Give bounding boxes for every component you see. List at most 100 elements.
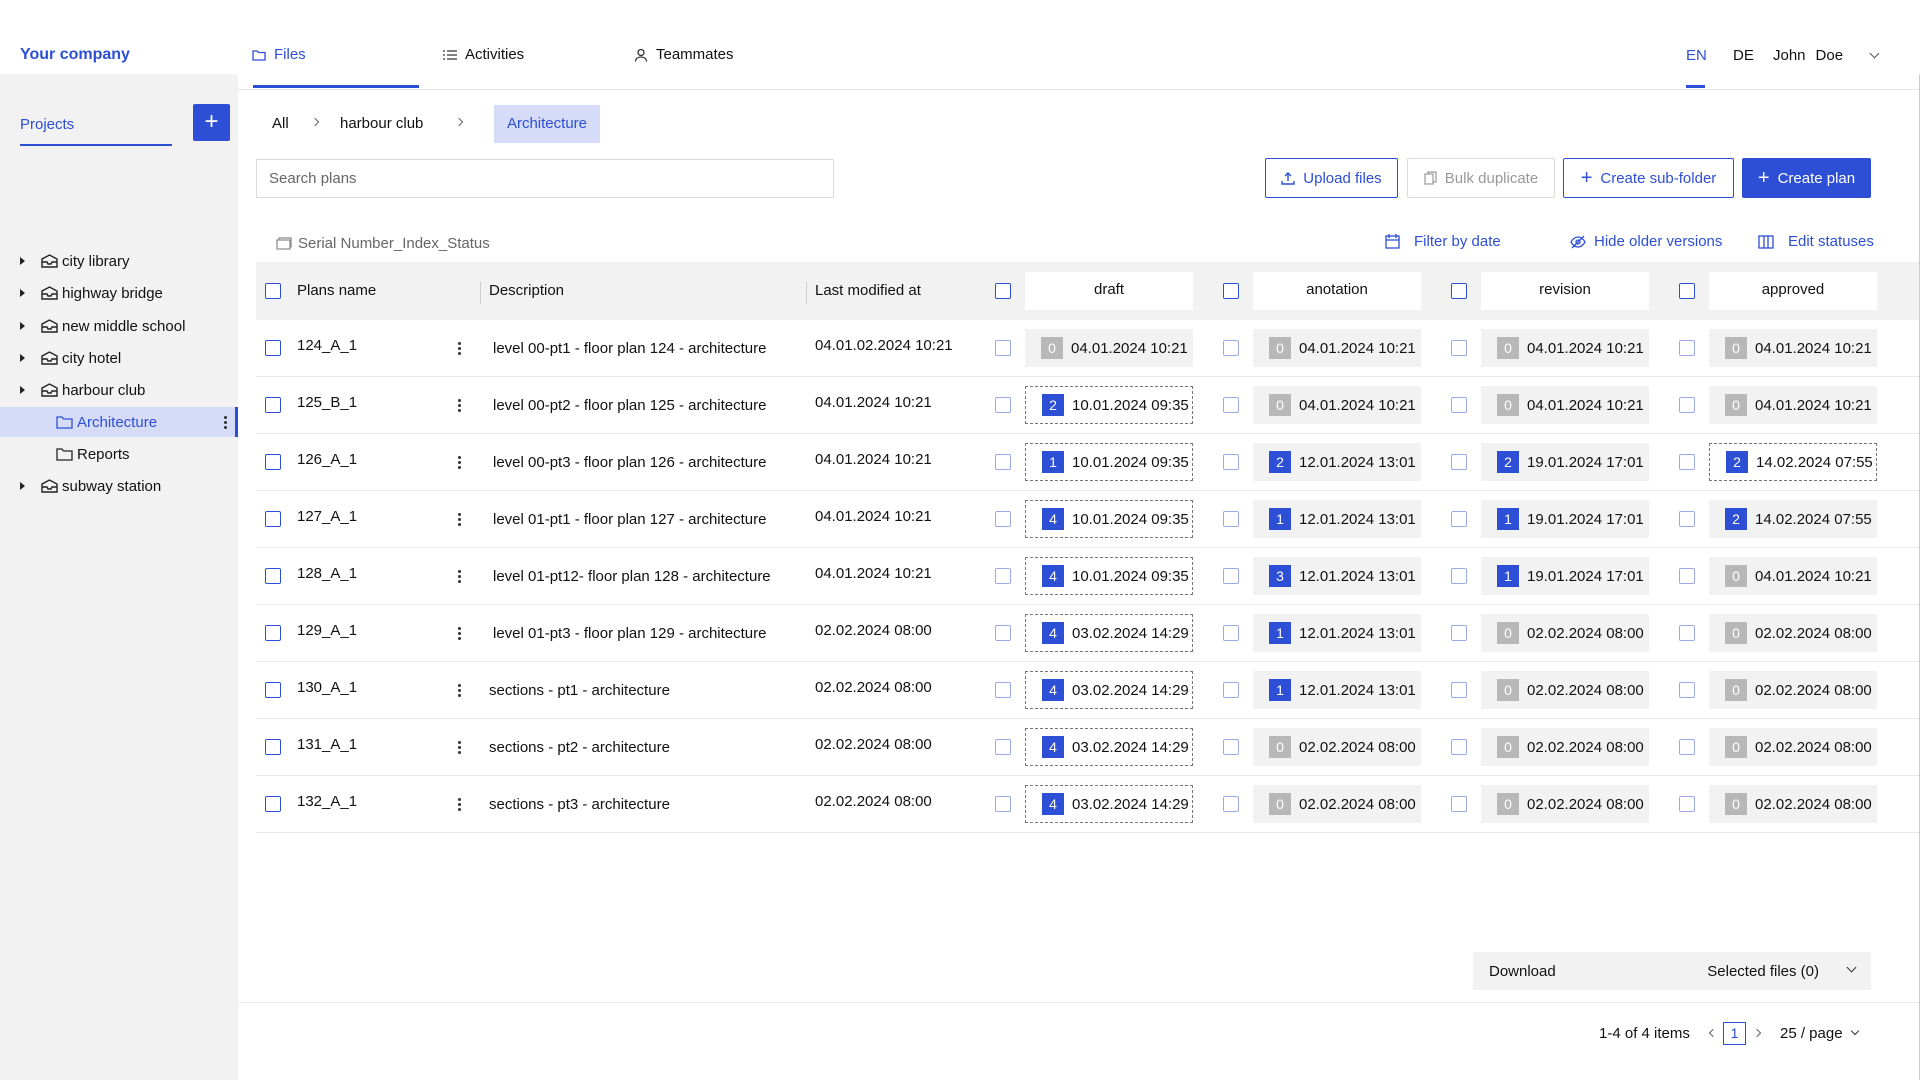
status-checkbox[interactable] bbox=[1679, 454, 1695, 470]
expand-caret-icon[interactable] bbox=[20, 354, 25, 362]
serial-format[interactable]: Serial Number_Index_Status bbox=[276, 235, 490, 252]
status-cell-revision[interactable]: 0 02.02.2024 08:00 bbox=[1481, 671, 1649, 709]
header-status-draft[interactable]: draft bbox=[1025, 272, 1193, 310]
status-cell-revision[interactable]: 0 02.02.2024 08:00 bbox=[1481, 785, 1649, 823]
status-cell-approved[interactable]: 0 04.01.2024 10:21 bbox=[1709, 557, 1877, 595]
edit-statuses-button[interactable]: Edit statuses bbox=[1758, 233, 1874, 250]
status-checkbox[interactable] bbox=[995, 511, 1011, 527]
sidebar-item[interactable]: Reports bbox=[0, 439, 238, 469]
header-last-modified[interactable]: Last modified at bbox=[815, 282, 921, 299]
status-checkbox[interactable] bbox=[1223, 511, 1239, 527]
sidebar-item[interactable]: harbour club bbox=[0, 375, 238, 405]
status-cell-approved[interactable]: 0 02.02.2024 08:00 bbox=[1709, 785, 1877, 823]
more-options-icon[interactable] bbox=[224, 415, 227, 429]
expand-caret-icon[interactable] bbox=[20, 322, 25, 330]
row-checkbox[interactable] bbox=[265, 511, 281, 527]
expand-caret-icon[interactable] bbox=[20, 289, 25, 297]
tab-activities[interactable]: Activities bbox=[443, 46, 524, 63]
status-checkbox[interactable] bbox=[1451, 682, 1467, 698]
expand-caret-icon[interactable] bbox=[20, 386, 25, 394]
status-cell-revision[interactable]: 0 02.02.2024 08:00 bbox=[1481, 728, 1649, 766]
status-checkbox[interactable] bbox=[1679, 511, 1695, 527]
row-checkbox[interactable] bbox=[265, 682, 281, 698]
upload-files-button[interactable]: Upload files bbox=[1265, 158, 1398, 198]
sidebar-item[interactable]: subway station bbox=[0, 471, 238, 501]
status-checkbox[interactable] bbox=[995, 739, 1011, 755]
plan-name[interactable]: 128_A_1 bbox=[297, 565, 357, 582]
table-row[interactable]: 128_A_1 level 01-pt12- floor plan 128 - a… bbox=[256, 548, 1920, 605]
language-en[interactable]: EN bbox=[1686, 47, 1707, 64]
status-checkbox[interactable] bbox=[1679, 739, 1695, 755]
status-checkbox[interactable] bbox=[1679, 340, 1695, 356]
table-row[interactable]: 125_B_1 level 00-pt2 - floor plan 125 - a… bbox=[256, 377, 1920, 434]
sidebar-item[interactable]: Architecture bbox=[0, 407, 238, 437]
tab-teammates[interactable]: Teammates bbox=[634, 46, 734, 63]
status-checkbox[interactable] bbox=[1679, 682, 1695, 698]
row-more-options-icon[interactable] bbox=[458, 399, 461, 412]
header-status-revision[interactable]: revision bbox=[1481, 272, 1649, 310]
page-size-select[interactable]: 25 / page bbox=[1780, 1025, 1843, 1042]
add-project-button[interactable]: + bbox=[193, 104, 230, 141]
table-row[interactable]: 126_A_1 level 00-pt3 - floor plan 126 - a… bbox=[256, 434, 1920, 491]
status-cell-revision[interactable]: 0 02.02.2024 08:00 bbox=[1481, 614, 1649, 652]
status-cell-anotation[interactable]: 1 12.01.2024 13:01 bbox=[1253, 614, 1421, 652]
sidebar-item[interactable]: city library bbox=[0, 246, 238, 276]
status-cell-anotation[interactable]: 0 04.01.2024 10:21 bbox=[1253, 386, 1421, 424]
status-cell-draft[interactable]: 2 10.01.2024 09:35 bbox=[1025, 386, 1193, 424]
status-checkbox[interactable] bbox=[1451, 340, 1467, 356]
status-checkbox[interactable] bbox=[1679, 397, 1695, 413]
plan-name[interactable]: 124_A_1 bbox=[297, 337, 357, 354]
status-cell-revision[interactable]: 0 04.01.2024 10:21 bbox=[1481, 329, 1649, 367]
status-cell-approved[interactable]: 0 04.01.2024 10:21 bbox=[1709, 386, 1877, 424]
table-row[interactable]: 127_A_1 level 01-pt1 - floor plan 127 - a… bbox=[256, 491, 1920, 548]
status-cell-approved[interactable]: 0 02.02.2024 08:00 bbox=[1709, 728, 1877, 766]
row-checkbox[interactable] bbox=[265, 454, 281, 470]
breadcrumb-harbour-club[interactable]: harbour club bbox=[340, 115, 423, 132]
status-checkbox[interactable] bbox=[1679, 568, 1695, 584]
plan-name[interactable]: 126_A_1 bbox=[297, 451, 357, 468]
create-subfolder-button[interactable]: + Create sub-folder bbox=[1563, 158, 1734, 198]
table-row[interactable]: 131_A_1 sections - pt2 - architecture 02.0… bbox=[256, 719, 1920, 776]
plan-name[interactable]: 132_A_1 bbox=[297, 793, 357, 810]
plan-name[interactable]: 129_A_1 bbox=[297, 622, 357, 639]
status-checkbox[interactable] bbox=[1223, 796, 1239, 812]
language-de[interactable]: DE bbox=[1733, 47, 1754, 64]
row-more-options-icon[interactable] bbox=[458, 684, 461, 697]
row-more-options-icon[interactable] bbox=[458, 513, 461, 526]
status-cell-approved[interactable]: 2 14.02.2024 07:55 bbox=[1709, 443, 1877, 481]
plan-name[interactable]: 127_A_1 bbox=[297, 508, 357, 525]
row-checkbox[interactable] bbox=[265, 568, 281, 584]
status-checkbox[interactable] bbox=[995, 397, 1011, 413]
status-cell-revision[interactable]: 2 19.01.2024 17:01 bbox=[1481, 443, 1649, 481]
bulk-duplicate-button[interactable]: Bulk duplicate bbox=[1407, 158, 1555, 198]
breadcrumb-all[interactable]: All bbox=[272, 115, 289, 132]
table-row[interactable]: 132_A_1 sections - pt3 - architecture 02.0… bbox=[256, 776, 1920, 833]
status-checkbox[interactable] bbox=[1679, 625, 1695, 641]
header-status-approved[interactable]: approved bbox=[1709, 272, 1877, 310]
status-checkbox[interactable] bbox=[995, 568, 1011, 584]
status-checkbox[interactable] bbox=[995, 796, 1011, 812]
row-checkbox[interactable] bbox=[265, 739, 281, 755]
status-cell-draft[interactable]: 4 03.02.2024 14:29 bbox=[1025, 728, 1193, 766]
search-input[interactable] bbox=[256, 159, 834, 198]
status-cell-approved[interactable]: 2 14.02.2024 07:55 bbox=[1709, 500, 1877, 538]
prev-page-icon[interactable] bbox=[1708, 1028, 1718, 1038]
page-number[interactable]: 1 bbox=[1723, 1022, 1746, 1045]
user-menu[interactable]: John Doe bbox=[1773, 47, 1880, 64]
row-more-options-icon[interactable] bbox=[458, 342, 461, 355]
table-row[interactable]: 129_A_1 level 01-pt3 - floor plan 129 - a… bbox=[256, 605, 1920, 662]
sidebar-item[interactable]: new middle school bbox=[0, 311, 238, 341]
status-checkbox[interactable] bbox=[1223, 454, 1239, 470]
status-select-all-checkbox[interactable] bbox=[1223, 283, 1239, 299]
status-checkbox[interactable] bbox=[1451, 739, 1467, 755]
status-checkbox[interactable] bbox=[1223, 625, 1239, 641]
status-cell-draft[interactable]: 1 10.01.2024 09:35 bbox=[1025, 443, 1193, 481]
row-checkbox[interactable] bbox=[265, 397, 281, 413]
status-cell-draft[interactable]: 0 04.01.2024 10:21 bbox=[1025, 329, 1193, 367]
create-plan-button[interactable]: + Create plan bbox=[1742, 158, 1871, 198]
table-row[interactable]: 124_A_1 level 00-pt1 - floor plan 124 - a… bbox=[256, 320, 1920, 377]
hide-older-versions-button[interactable]: Hide older versions bbox=[1570, 233, 1722, 250]
status-cell-revision[interactable]: 1 19.01.2024 17:01 bbox=[1481, 557, 1649, 595]
select-all-checkbox[interactable] bbox=[265, 283, 281, 299]
status-cell-draft[interactable]: 4 10.01.2024 09:35 bbox=[1025, 500, 1193, 538]
